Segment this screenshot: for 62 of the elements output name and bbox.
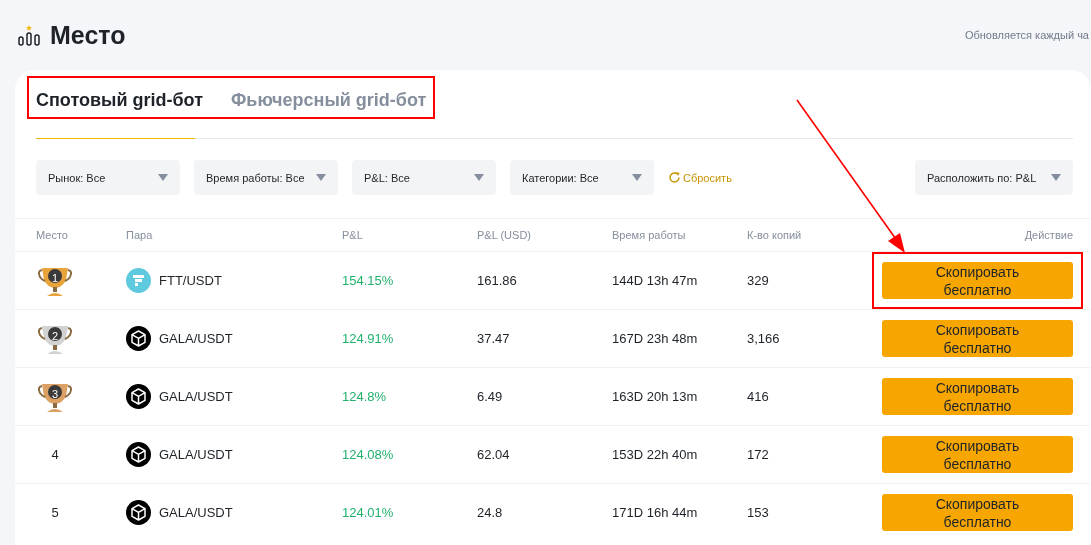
runtime-value: 163D 20h 13m <box>612 389 699 404</box>
cube-icon <box>126 384 151 409</box>
column-header: Время работы <box>612 229 687 241</box>
column-header: К-во копий <box>747 229 803 241</box>
pnl-usd-value: 24.8 <box>477 505 504 520</box>
runtime-value: 144D 13h 47m <box>612 273 699 288</box>
caret-icon <box>1051 174 1061 181</box>
runtime-value: 171D 16h 44m <box>612 505 699 520</box>
caret-icon <box>632 174 642 181</box>
rank-number: 4 <box>50 447 60 462</box>
refresh-icon <box>668 171 681 184</box>
pair-name: GALA/USDT <box>159 331 233 346</box>
column-header: P&L <box>342 229 364 241</box>
column-header: Пара <box>126 229 154 241</box>
pair-name: FTT/USDT <box>159 273 222 288</box>
runtime-value: 167D 23h 48m <box>612 331 699 346</box>
copy-button[interactable]: Скопировать бесплатно <box>882 320 1073 357</box>
copies-count: 329 <box>747 273 770 288</box>
copy-button[interactable]: Скопировать бесплатно <box>882 378 1073 415</box>
runtime-value: 153D 22h 40m <box>612 447 699 462</box>
sort-dropdown[interactable]: Расположить по: P&L <box>915 160 1073 195</box>
pnl-value: 124.91% <box>342 331 395 346</box>
caret-icon <box>316 174 326 181</box>
pnl-usd-value: 161.86 <box>477 273 518 288</box>
rank-number: 3 <box>51 387 59 400</box>
update-note: Обновляется каждый ча <box>964 29 1089 41</box>
coin-icon <box>126 268 151 293</box>
pnl-usd-value: 62.04 <box>477 447 511 462</box>
cube-icon <box>126 500 151 525</box>
pnl-value: 124.08% <box>342 447 395 462</box>
filter-dropdown[interactable]: P&L: Все <box>352 160 496 195</box>
caret-icon <box>158 174 168 181</box>
column-header: Место <box>36 229 69 241</box>
ranking-icon <box>18 24 40 46</box>
pair-name: GALA/USDT <box>159 389 233 404</box>
copy-button[interactable]: Скопировать бесплатно <box>882 494 1073 531</box>
tab[interactable]: Спотовый grid-бот <box>36 90 203 111</box>
copy-button[interactable]: Скопировать бесплатно <box>882 436 1073 473</box>
cube-icon <box>126 326 151 351</box>
pair-name: GALA/USDT <box>159 447 233 462</box>
rank-number: 1 <box>51 271 59 284</box>
copies-count: 153 <box>747 505 770 520</box>
filter-dropdown[interactable]: Категории: Все <box>510 160 654 195</box>
pnl-usd-value: 6.49 <box>477 389 504 404</box>
caret-icon <box>474 174 484 181</box>
copy-button[interactable]: Скопировать бесплатно <box>882 262 1073 299</box>
pnl-usd-value: 37.47 <box>477 331 511 346</box>
copies-count: 3,166 <box>747 331 781 346</box>
cube-icon <box>126 442 151 467</box>
filter-dropdown[interactable]: Время работы: Все <box>194 160 338 195</box>
pnl-value: 124.01% <box>342 505 395 520</box>
pair-name: GALA/USDT <box>159 505 233 520</box>
column-header: Действие <box>1023 229 1073 241</box>
pnl-value: 154.15% <box>342 273 395 288</box>
pnl-value: 124.8% <box>342 389 388 404</box>
rank-number: 2 <box>51 329 59 342</box>
rank-number: 5 <box>50 505 60 520</box>
column-header: P&L (USD) <box>477 229 532 241</box>
copies-count: 416 <box>747 389 770 404</box>
filter-dropdown[interactable]: Рынок: Все <box>36 160 180 195</box>
page-title: Место <box>50 20 126 50</box>
copies-count: 172 <box>747 447 770 462</box>
